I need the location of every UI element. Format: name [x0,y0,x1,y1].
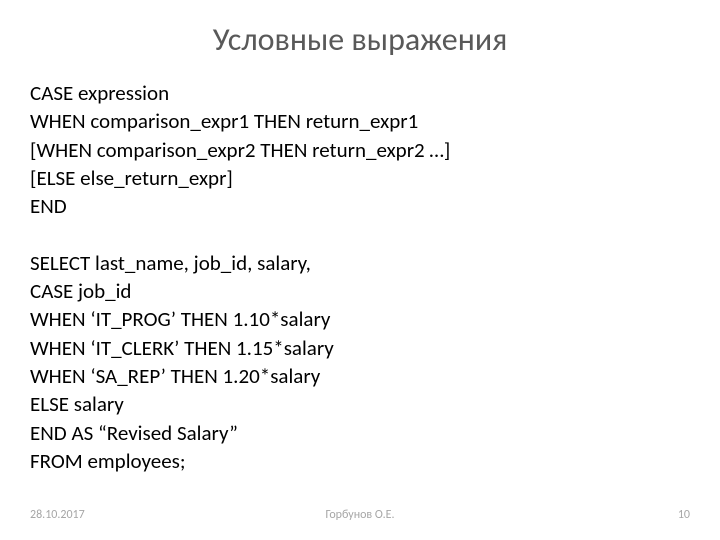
syntax-line: [ELSE else_return_expr] [30,164,690,192]
syntax-line: END [30,192,690,220]
syntax-line: CASE expression [30,79,690,107]
slide-footer: 28.10.2017 Горбунов О.Е. 10 [30,508,690,522]
example-line: WHEN ‘IT_CLERK’ THEN 1.15*salary [30,334,690,362]
slide-title: Условные выражения [30,20,690,59]
example-line: WHEN ‘IT_PROG’ THEN 1.10*salary [30,305,690,333]
example-line: CASE job_id [30,277,690,305]
slide-content: CASE expression WHEN comparison_expr1 TH… [30,79,690,475]
example-line: WHEN ‘SA_REP’ THEN 1.20*salary [30,362,690,390]
footer-author: Горбунов О.Е. [250,508,470,522]
example-line: SELECT last_name, job_id, salary, [30,249,690,277]
footer-page-number: 10 [470,508,690,522]
footer-date: 28.10.2017 [30,508,250,522]
example-line: FROM employees; [30,447,690,475]
syntax-line: WHEN comparison_expr1 THEN return_expr1 [30,107,690,135]
syntax-line: [WHEN comparison_expr2 THEN return_expr2… [30,136,690,164]
example-line: END AS “Revised Salary” [30,419,690,447]
example-line: ELSE salary [30,390,690,418]
